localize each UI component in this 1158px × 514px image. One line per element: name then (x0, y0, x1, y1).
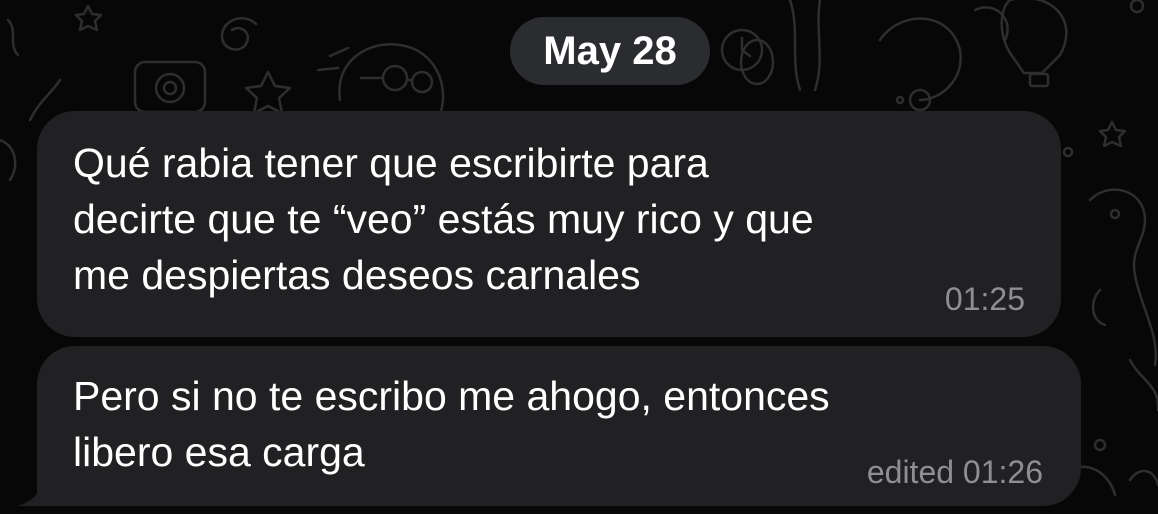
bubble-tail-icon (18, 486, 40, 506)
message-text: Qué rabia tener que escribirte para deci… (73, 140, 814, 298)
message-timestamp: 01:25 (944, 281, 1025, 317)
message-edited-timestamp: edited 01:26 (866, 454, 1043, 490)
message-bubble[interactable]: Qué rabia tener que escribirte para deci… (37, 111, 1061, 337)
chat-view[interactable]: May 28 Qué rabia tener que escribirte pa… (0, 0, 1158, 514)
date-separator: May 28 (510, 17, 710, 85)
message-bubble[interactable]: Pero si no te escribo me ahogo, entonces… (37, 346, 1081, 506)
